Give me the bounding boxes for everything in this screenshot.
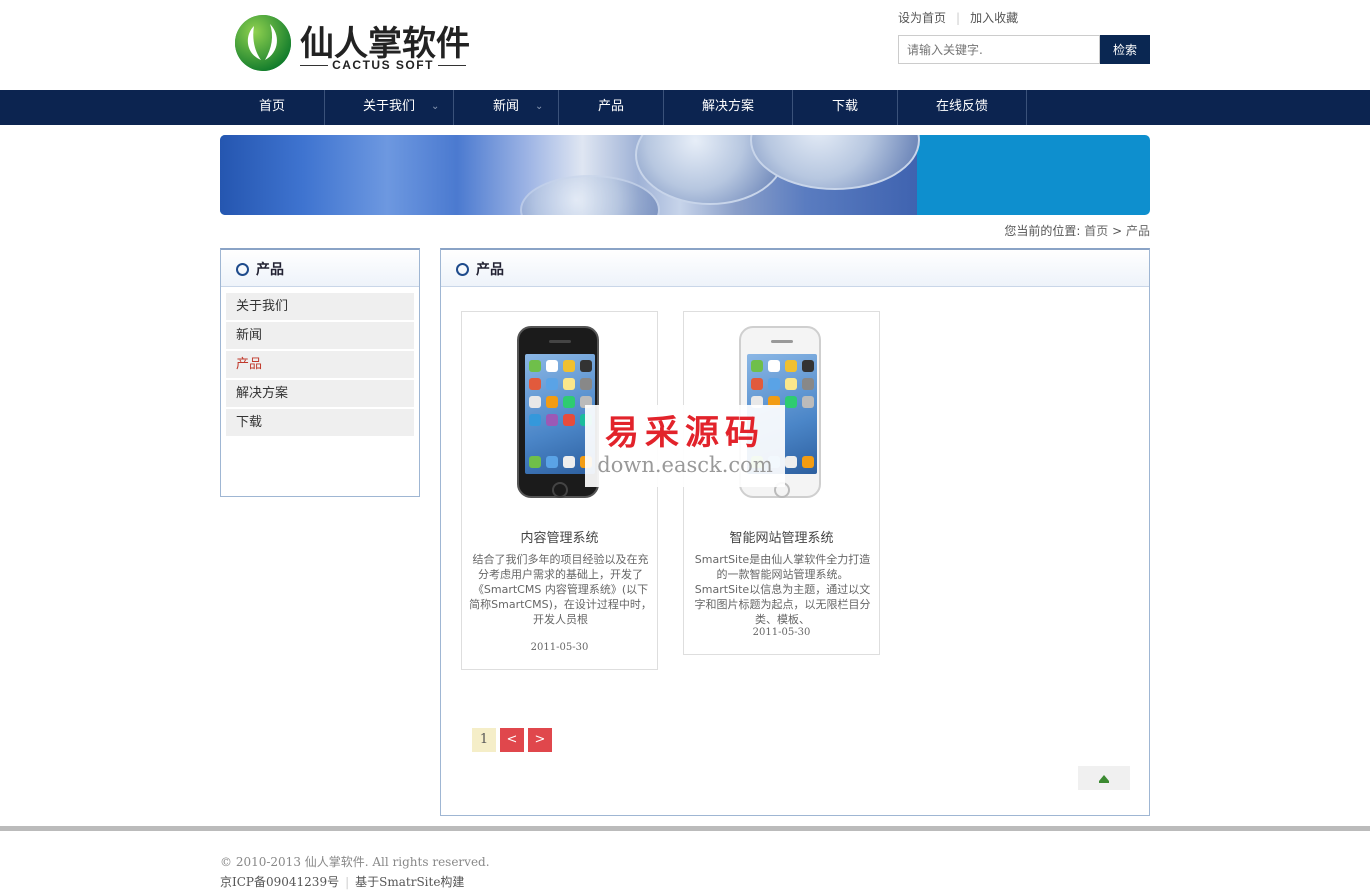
watermark-en: down.easck.com — [597, 453, 773, 477]
search-button[interactable]: 检索 — [1100, 35, 1150, 64]
main-panel: 产品 内容管理系统 结合了我们多年的项目经验以及在充分考虑用户需求的基础上，开发… — [440, 248, 1150, 816]
sidebar-item-about[interactable]: 关于我们 — [226, 293, 414, 320]
sidebar-list: 关于我们 新闻 产品 解决方案 下载 — [226, 293, 414, 438]
prev-page-button[interactable]: < — [500, 728, 524, 752]
set-homepage-link[interactable]: 设为首页 — [898, 11, 946, 25]
main-header: 产品 — [441, 250, 1149, 287]
nav-label: 新闻 — [492, 99, 519, 114]
chevron-down-icon: ⌄ — [431, 101, 440, 112]
product-card[interactable]: 内容管理系统 结合了我们多年的项目经验以及在充分考虑用户需求的基础上，开发了《S… — [461, 311, 658, 670]
sidebar-header: 产品 — [221, 250, 419, 287]
product-description: SmartSite是由仙人掌软件全力打造的一款智能网站管理系统。SmartSit… — [694, 553, 871, 626]
top-links-divider: | — [956, 11, 961, 25]
sidebar-title: 产品 — [256, 262, 284, 278]
nav-item-feedback[interactable]: 在线反馈 — [898, 90, 1027, 125]
logo-text-en: CACTUS SOFT — [332, 58, 434, 72]
nav-label: 关于我们 — [362, 99, 415, 114]
main-nav: 首页 关于我们 ⌄ 新闻 ⌄ 产品 解决方案 下载 在线反馈 — [0, 90, 1370, 125]
nav-item-home[interactable]: 首页 — [220, 90, 325, 125]
main-title: 产品 — [476, 262, 504, 278]
nav-item-news[interactable]: 新闻 ⌄ — [454, 90, 559, 125]
product-description: 结合了我们多年的项目经验以及在充分考虑用户需求的基础上，开发了《SmartCMS… — [469, 553, 652, 626]
nav-label: 产品 — [597, 99, 624, 114]
breadcrumb-separator: > — [1112, 224, 1123, 238]
site-logo[interactable]: 仙人掌软件 CACTUS SOFT — [234, 14, 474, 72]
banner — [220, 135, 1150, 215]
back-to-top-button[interactable] — [1078, 766, 1130, 790]
footer-info: 京ICP备09041239号 | 基于SmatrSite构建 — [220, 875, 465, 889]
nav-item-download[interactable]: 下载 — [793, 90, 898, 125]
circle-bullet-icon — [236, 263, 249, 276]
page-current[interactable]: 1 — [472, 728, 496, 752]
footer-copyright: © 2010-2013 仙人掌软件. All rights reserved. — [220, 855, 490, 869]
nav-label: 首页 — [258, 99, 285, 114]
footer-icp[interactable]: 京ICP备09041239号 — [220, 875, 339, 889]
watermark-cn: 易采源码 — [605, 413, 765, 453]
watermark: 易采源码 down.easck.com — [585, 405, 785, 487]
nav-label: 下载 — [831, 99, 858, 114]
product-name[interactable]: 智能网站管理系统 — [684, 527, 879, 546]
sidebar: 产品 关于我们 新闻 产品 解决方案 下载 — [220, 248, 420, 497]
breadcrumb-prefix: 您当前的位置: — [1004, 224, 1081, 238]
search-input[interactable] — [898, 35, 1100, 64]
sidebar-item-news[interactable]: 新闻 — [226, 322, 414, 349]
product-date: 2011-05-30 — [530, 642, 589, 653]
breadcrumb-current[interactable]: 产品 — [1126, 224, 1150, 238]
sidebar-item-download[interactable]: 下载 — [226, 409, 414, 436]
nav-label: 解决方案 — [701, 99, 754, 114]
banner-coins-image — [220, 135, 920, 215]
add-favorite-link[interactable]: 加入收藏 — [970, 11, 1018, 25]
cactus-logo-icon — [235, 15, 291, 71]
chevron-down-icon: ⌄ — [535, 101, 544, 112]
footer-powered-by[interactable]: 基于SmatrSite构建 — [355, 875, 464, 889]
top-links: 设为首页 | 加入收藏 — [898, 9, 1018, 26]
circle-bullet-icon — [456, 263, 469, 276]
product-name[interactable]: 内容管理系统 — [462, 527, 657, 546]
breadcrumb-home-link[interactable]: 首页 — [1084, 224, 1108, 238]
pagination: 1 < > — [472, 728, 556, 752]
footer-divider — [0, 826, 1370, 831]
sidebar-item-products[interactable]: 产品 — [226, 351, 414, 378]
nav-item-solutions[interactable]: 解决方案 — [664, 90, 793, 125]
nav-label: 在线反馈 — [935, 99, 988, 114]
breadcrumb: 您当前的位置: 首页 > 产品 — [1004, 222, 1150, 239]
logo-tagline: CACTUS SOFT — [300, 58, 466, 72]
nav-item-about[interactable]: 关于我们 ⌄ — [325, 90, 454, 125]
sidebar-item-solutions[interactable]: 解决方案 — [226, 380, 414, 407]
product-date: 2011-05-30 — [752, 627, 811, 638]
nav-item-products[interactable]: 产品 — [559, 90, 664, 125]
site-header: 仙人掌软件 CACTUS SOFT 设为首页 | 加入收藏 检索 — [0, 0, 1370, 90]
next-page-button[interactable]: > — [528, 728, 552, 752]
